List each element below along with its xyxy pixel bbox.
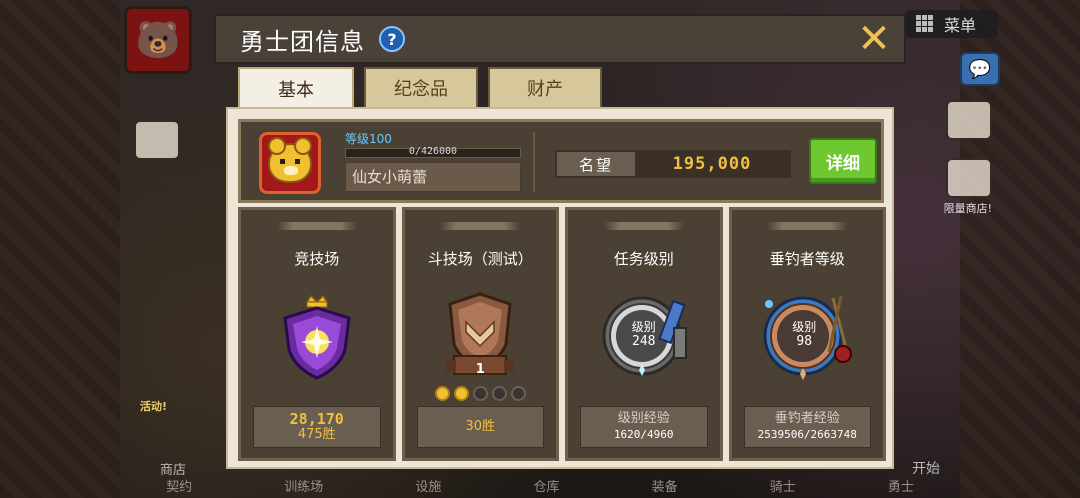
quest-level-value: 248 (632, 334, 656, 349)
nav-item[interactable]: 装备 (652, 476, 678, 495)
star-dot (453, 386, 469, 401)
nav-item[interactable]: 仓库 (533, 476, 559, 495)
close-icon[interactable]: ✕ (856, 19, 892, 59)
bear-avatar-icon (268, 137, 312, 183)
card-title: 斗技场（测试） (427, 250, 533, 268)
angler-level-value: 98 (796, 334, 813, 349)
limited-shop-label: 限量商店! (943, 202, 992, 215)
nav-item[interactable]: 契约 (166, 476, 192, 495)
nav-item[interactable]: 设施 (415, 476, 441, 495)
bottom-nav: 契约 训练场 设施 仓库 装备 骑士 勇士 (120, 472, 960, 498)
star-dot (491, 386, 507, 401)
colosseum-stats: 30胜 (416, 406, 544, 448)
ornament (276, 222, 357, 230)
nav-item[interactable]: 勇士 (888, 476, 914, 495)
card-title: 任务级别 (613, 250, 674, 268)
player-info-bar: 等级100 0/426000 仙女小萌蕾 名望 195,000 详细 (238, 119, 884, 203)
nav-item[interactable]: 训练场 (284, 476, 323, 495)
card-title: 垂钓者等级 (769, 250, 845, 268)
reputation-label: 名望 (578, 155, 613, 174)
exp-text: 0/426000 (408, 146, 458, 157)
arena-stats: 28,170 475胜 (253, 406, 381, 448)
quest-level-stats: 级别经验 1620/4960 (580, 406, 708, 448)
star-dots (405, 386, 557, 401)
arena-score: 28,170 (289, 410, 344, 428)
menu-label: 菜单 (944, 16, 977, 35)
detail-button[interactable]: 详细 (809, 138, 877, 184)
dialog-tabs: 基本 纪念品 财产 (238, 67, 602, 111)
reputation-box: 名望 195,000 (555, 150, 791, 178)
colosseum-rank-number: 1 (475, 362, 485, 377)
player-level: 等级100 (345, 132, 392, 146)
background-avatar[interactable]: 🐻 (124, 6, 192, 74)
dialog-body: 等级100 0/426000 仙女小萌蕾 名望 195,000 详细 竞技场 2… (226, 107, 894, 469)
chat-button[interactable]: 💬 (960, 52, 1000, 86)
mail-button[interactable] (134, 120, 180, 160)
limited-shop-button[interactable] (946, 158, 992, 198)
arena-wins: 475胜 (297, 427, 336, 442)
emblem-label: 级别 (792, 320, 817, 334)
help-icon[interactable]: ? (379, 26, 405, 52)
colosseum-wins: 30胜 (465, 419, 496, 434)
emblem-label: 级别 (631, 320, 656, 334)
angler-exp-value: 2539506/2663748 (757, 428, 857, 441)
star-dot (510, 386, 526, 401)
angler-level-card[interactable]: 垂钓者等级 级别 98 垂钓者经验 2539506/2663748 (728, 207, 886, 461)
card-title: 竞技场 (294, 250, 340, 268)
ornament (440, 222, 521, 230)
quest-level-card[interactable]: 任务级别 级别 248 级别经验 1620/4960 (565, 207, 723, 461)
ornament (767, 222, 848, 230)
angler-exp-label: 垂钓者经验 (774, 411, 840, 426)
divider (533, 132, 535, 192)
star-dot (472, 386, 488, 401)
dialog-title-bar: 勇士团信息 ? ✕ (214, 14, 906, 64)
dialog-title: 勇士团信息 (240, 27, 365, 56)
exp-bar: 0/426000 (345, 146, 521, 158)
colosseum-card[interactable]: 斗技场（测试） 1 30胜 (401, 207, 559, 461)
menu-button[interactable]: 菜单 (906, 10, 998, 38)
quest-exp-value: 1620/4960 (613, 428, 674, 441)
quest-exp-label: 级别经验 (617, 411, 670, 426)
tab-assets[interactable]: 财产 (488, 67, 602, 109)
player-name: 仙女小萌蕾 (345, 162, 521, 192)
chat-icon: 💬 (968, 58, 992, 80)
grid-icon (916, 15, 934, 33)
ornament (603, 222, 684, 230)
reputation-value: 195,000 (635, 152, 789, 176)
stat-cards: 竞技场 28,170 475胜 斗技场（测试） 1 30胜 任务级别 级别 24… (238, 207, 886, 461)
purple-shield-emblem-icon (283, 294, 351, 380)
event-tag: 活动! (140, 400, 168, 413)
left-border-pattern (0, 0, 120, 498)
nav-item[interactable]: 骑士 (770, 476, 796, 495)
arena-card[interactable]: 竞技场 28,170 475胜 (238, 207, 396, 461)
angler-level-stats: 垂钓者经验 2539506/2663748 (743, 406, 871, 448)
star-dot (434, 386, 450, 401)
tab-souvenirs[interactable]: 纪念品 (364, 67, 478, 109)
player-avatar[interactable] (259, 132, 321, 194)
tab-basic[interactable]: 基本 (238, 67, 354, 111)
shop-stall-button[interactable] (946, 100, 992, 140)
